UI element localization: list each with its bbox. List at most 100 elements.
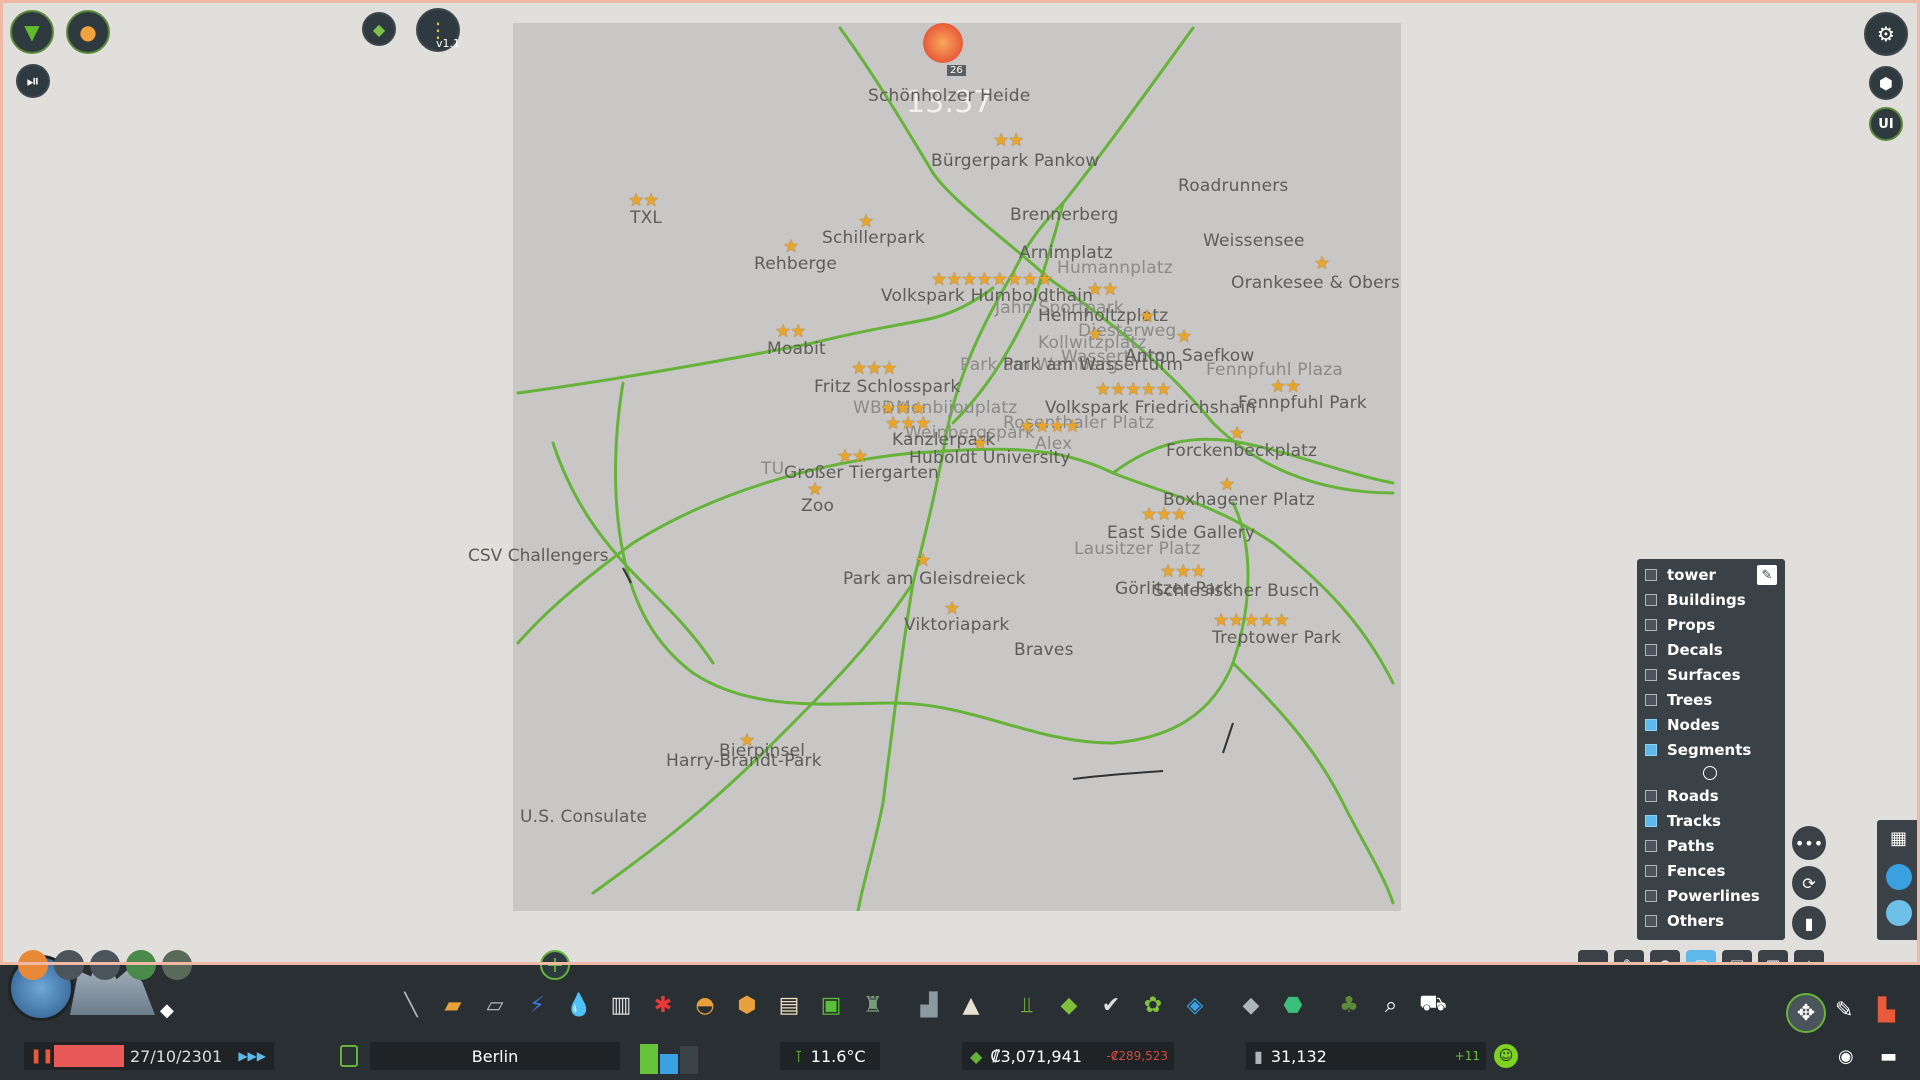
- layers-button[interactable]: ◆: [362, 12, 396, 46]
- city-map[interactable]: 13:37 Schönholzer Heide Bürgerpark Pankow…: [513, 23, 1401, 911]
- target-icon[interactable]: [1703, 766, 1717, 780]
- landscaping-icon[interactable]: ▲: [954, 988, 988, 1022]
- attractiveness-stars[interactable]: ★★★★★★★★: [931, 269, 1053, 290]
- stats-button[interactable]: ▮: [1792, 906, 1826, 940]
- cube-button[interactable]: ⬢: [1869, 66, 1903, 100]
- filter-item-trees[interactable]: Trees: [1645, 689, 1712, 711]
- traffic-icon[interactable]: ⛟: [1416, 988, 1450, 1022]
- electricity-icon[interactable]: ⚡: [520, 988, 554, 1022]
- checkbox[interactable]: [1645, 915, 1657, 927]
- info-view-icon-4[interactable]: [126, 950, 156, 980]
- checkbox[interactable]: [1645, 790, 1657, 802]
- checkbox[interactable]: [1645, 890, 1657, 902]
- info-view-icon-2[interactable]: [54, 950, 84, 980]
- filter-item-tower[interactable]: tower: [1645, 564, 1716, 586]
- add-button[interactable]: +: [540, 950, 570, 980]
- disaster-tool-button[interactable]: ●: [66, 10, 110, 54]
- pause-button[interactable]: ❚❚: [30, 1045, 54, 1067]
- filter-item-powerlines[interactable]: Powerlines: [1645, 885, 1760, 907]
- checkbox[interactable]: [1645, 694, 1657, 706]
- attractiveness-stars[interactable]: ★: [1219, 474, 1235, 495]
- attractiveness-stars[interactable]: ★: [1314, 253, 1330, 274]
- attractiveness-stars[interactable]: ★★: [837, 446, 868, 467]
- attractiveness-stars[interactable]: ★: [739, 730, 755, 751]
- edit-pencil-icon[interactable]: ✎: [1757, 565, 1777, 585]
- filter-item-tracks[interactable]: Tracks: [1645, 810, 1721, 832]
- attractiveness-stars[interactable]: ★★★: [851, 358, 897, 379]
- filter-item-roads[interactable]: Roads: [1645, 785, 1719, 807]
- police-icon[interactable]: ⬢: [730, 988, 764, 1022]
- zoning-status-icon[interactable]: [340, 1045, 358, 1067]
- info-view-icon-5[interactable]: [162, 950, 192, 980]
- hide-ui-button[interactable]: ▬: [1880, 1046, 1897, 1067]
- freecam-icon[interactable]: ◆: [160, 1000, 182, 1022]
- attractiveness-stars[interactable]: ★: [1087, 324, 1103, 345]
- attractiveness-stars[interactable]: ★: [1176, 326, 1192, 347]
- filter-item-buildings[interactable]: Buildings: [1645, 589, 1746, 611]
- bulldozer-tool[interactable]: ▙: [1878, 998, 1895, 1023]
- attractiveness-stars[interactable]: ★: [858, 211, 874, 232]
- water-icon[interactable]: 💧: [562, 988, 596, 1022]
- more-options-button[interactable]: •••: [1792, 826, 1826, 860]
- healthcare-icon[interactable]: ✱: [646, 988, 680, 1022]
- trees-icon[interactable]: ♣: [1332, 988, 1366, 1022]
- ui-toggle-button[interactable]: UI: [1869, 107, 1903, 141]
- checkbox[interactable]: [1645, 840, 1657, 852]
- attractiveness-stars[interactable]: ★★★★★: [1213, 610, 1290, 631]
- checkbox[interactable]: [1645, 865, 1657, 877]
- public-transport-icon[interactable]: ▣: [814, 988, 848, 1022]
- attractiveness-stars[interactable]: ★★: [1087, 279, 1118, 300]
- filter-item-others[interactable]: Others: [1645, 910, 1724, 932]
- tourism-icon[interactable]: ♜: [856, 988, 890, 1022]
- checkbox[interactable]: [1645, 669, 1657, 681]
- city-name[interactable]: Berlin: [370, 1042, 620, 1070]
- globe-blue-icon[interactable]: [1885, 864, 1912, 890]
- education-icon[interactable]: ▤: [772, 988, 806, 1022]
- unique-buildings-icon[interactable]: ◆: [1234, 988, 1268, 1022]
- filter-item-nodes[interactable]: Nodes: [1645, 714, 1720, 736]
- checkbox[interactable]: [1645, 594, 1657, 606]
- checkbox[interactable]: [1645, 815, 1657, 827]
- attractiveness-stars[interactable]: ★★★★: [1019, 416, 1081, 437]
- pipette-icon[interactable]: ◈: [1178, 988, 1212, 1022]
- camera-button[interactable]: ◉: [1838, 1046, 1854, 1067]
- population-box[interactable]: ▮ 31,132 +11: [1246, 1042, 1486, 1070]
- garbage-icon[interactable]: ▥: [604, 988, 638, 1022]
- checkbox[interactable]: [1645, 619, 1657, 631]
- info-view-icon-3[interactable]: [90, 950, 120, 980]
- attractiveness-stars[interactable]: ★★★: [1141, 504, 1187, 525]
- attractiveness-stars[interactable]: ★: [915, 550, 931, 571]
- attractiveness-stars[interactable]: ★: [1229, 423, 1245, 444]
- districts-icon[interactable]: ▱: [478, 988, 512, 1022]
- play-pause-button[interactable]: ⏯: [16, 64, 50, 98]
- checkbox[interactable]: [1645, 744, 1657, 756]
- policies-icon[interactable]: ◆: [1052, 988, 1086, 1022]
- attractiveness-stars[interactable]: ★★: [775, 321, 806, 342]
- attractiveness-stars[interactable]: ★★★: [885, 413, 931, 434]
- traffic-light-button[interactable]: ⋮ v1.1: [416, 8, 460, 52]
- move-it-button[interactable]: ✥: [1786, 993, 1826, 1033]
- wonders-icon[interactable]: ⬣: [1276, 988, 1310, 1022]
- fire-icon[interactable]: ◓: [688, 988, 722, 1022]
- checkbox[interactable]: [1645, 719, 1657, 731]
- roads-icon[interactable]: ╲: [394, 988, 428, 1022]
- filter-item-paths[interactable]: Paths: [1645, 835, 1715, 857]
- attractiveness-stars[interactable]: ★★: [628, 190, 659, 211]
- filter-item-fences[interactable]: Fences: [1645, 860, 1725, 882]
- attractiveness-stars[interactable]: ★: [972, 433, 988, 454]
- settings-button[interactable]: ⚙: [1864, 12, 1908, 56]
- checkbox[interactable]: [1645, 644, 1657, 656]
- zoning-icon[interactable]: ▰: [436, 988, 470, 1022]
- filter-item-surfaces[interactable]: Surfaces: [1645, 664, 1741, 686]
- speed-indicator[interactable]: ▶▶▶: [238, 1049, 266, 1063]
- info-view-icon-1[interactable]: [18, 950, 48, 980]
- refresh-button[interactable]: ⟳: [1792, 866, 1826, 900]
- pipette-tool[interactable]: ✎: [1835, 998, 1853, 1023]
- attractiveness-stars[interactable]: ★: [944, 598, 960, 619]
- monument-icon[interactable]: ▟: [912, 988, 946, 1022]
- grid-icon[interactable]: ▦: [1887, 828, 1911, 852]
- terrain-tool-button[interactable]: ▼: [10, 10, 54, 54]
- money-box[interactable]: ◆ ₡3,071,941 -₡289,523: [962, 1042, 1174, 1070]
- attractiveness-stars[interactable]: ★★: [993, 130, 1024, 151]
- attractiveness-stars[interactable]: ★★: [1270, 376, 1301, 397]
